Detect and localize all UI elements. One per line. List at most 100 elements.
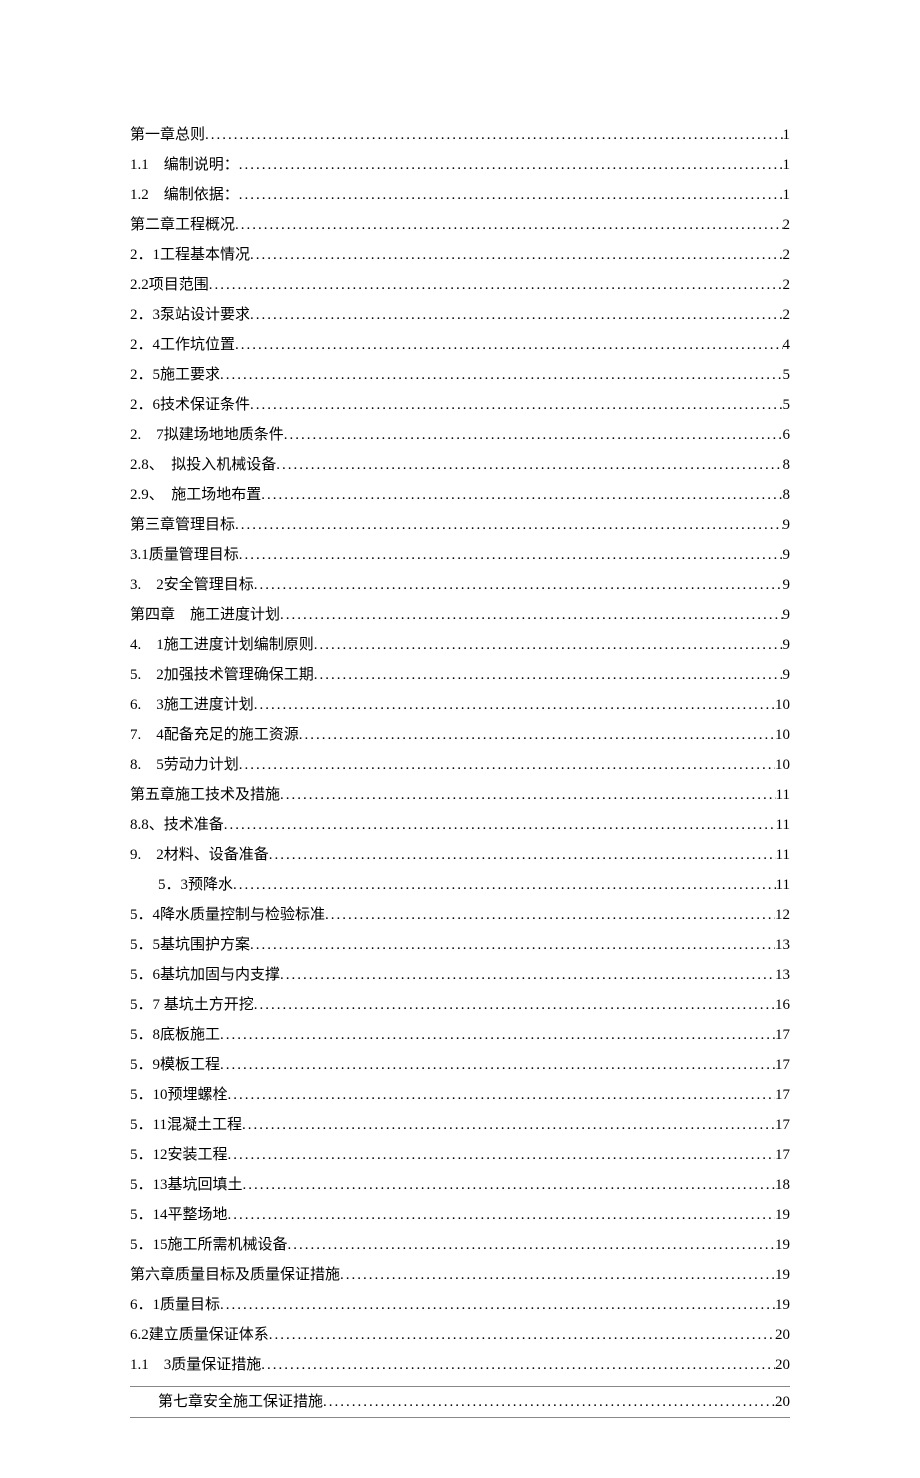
toc-leader-dots [228,1080,775,1110]
toc-leader-dots [280,780,776,810]
toc-entry: 第五章施工技术及措施11 [130,780,790,810]
toc-label: 5．5基坑围护方案 [130,930,250,960]
toc-entry: 第二章工程概况 2 [130,210,790,240]
toc-leader-dots [228,1140,775,1170]
toc-label: 5．13基坑回填土 [130,1170,243,1200]
toc-entry: 5．15施工所需机械设备19 [130,1230,790,1260]
toc-label: 5．14平整场地 [130,1200,228,1230]
toc-label: 8. 5劳动力计划 [130,750,239,780]
toc-page-number: 1 [783,120,791,150]
toc-label: 1.2 编制依据： [130,180,239,210]
toc-page-number: 4 [783,330,791,360]
toc-label: 第二章工程概况 [130,210,235,240]
toc-leader-dots [209,270,783,300]
toc-page-number: 9 [783,630,791,660]
toc-label: 2. 7拟建场地地质条件 [130,420,284,450]
toc-label: 5．11混凝土工程 [130,1110,242,1140]
toc-entry: 第一章总则 1 [130,120,790,150]
toc-label: 5．7 基坑土方开挖 [130,990,254,1020]
toc-label: 第四章 施工进度计划 [130,600,280,630]
toc-label: 2．3泵站设计要求 [130,300,250,330]
toc-entry: 2．6技术保证条件5 [130,390,790,420]
toc-page-number: 9 [783,570,791,600]
toc-leader-dots [235,510,782,540]
toc-leader-dots [239,180,783,210]
toc-leader-dots [261,1350,775,1380]
table-of-contents: 第一章总则11.1 编制说明：11.2 编制依据：1第二章工程概况22．1工程基… [130,120,790,1380]
toc-label: 6. 3施工进度计划 [130,690,254,720]
toc-leader-dots [314,630,783,660]
toc-page-number: 17 [775,1110,790,1140]
toc-entry: 第三章管理目标9 [130,510,790,540]
toc-leader-dots [220,1050,775,1080]
toc-entry: 2. 7拟建场地地质条件 6 [130,420,790,450]
toc-entry: 8. 5劳动力计划10 [130,750,790,780]
toc-page-number: 13 [775,960,790,990]
toc-leader-dots [276,450,782,480]
toc-entry: 第七章安全施工保证措施20 [130,1387,790,1417]
toc-entry: 2.2项目范围2 [130,270,790,300]
toc-page-number: 1 [783,180,791,210]
toc-entry: 5．6基坑加固与内支撑 13 [130,960,790,990]
toc-leader-dots [220,1020,775,1050]
toc-label: 8.8、技术准备 [130,810,224,840]
toc-entry: 第四章 施工进度计划9 [130,600,790,630]
toc-entry: 5．13基坑回填土 18 [130,1170,790,1200]
toc-entry: 5．3预降水11 [130,870,790,900]
toc-entry: 2．1工程基本情况 2 [130,240,790,270]
toc-leader-dots [314,660,783,690]
toc-page-number: 20 [775,1320,790,1350]
toc-leader-dots [243,1170,775,1200]
toc-entry: 5．12安装工程17 [130,1140,790,1170]
toc-label: 6．1质量目标 [130,1290,220,1320]
toc-leader-dots [224,810,776,840]
toc-leader-dots [235,330,782,360]
toc-label: 6.2建立质量保证体系 [130,1320,269,1350]
toc-entry: 1.1 3质量保证措施20 [130,1350,790,1380]
toc-entry: 2．5施工要求5 [130,360,790,390]
toc-leader-dots [254,690,775,720]
toc-leader-dots [261,480,782,510]
toc-leader-dots [235,210,782,240]
toc-page-number: 6 [783,420,791,450]
toc-label: 5．9模板工程 [130,1050,220,1080]
toc-page-number: 10 [775,690,790,720]
toc-label: 3.1质量管理目标 [130,540,239,570]
toc-leader-dots [250,930,775,960]
toc-page-number: 17 [775,1080,790,1110]
toc-entry: 5．7 基坑土方开挖 16 [130,990,790,1020]
toc-page-number: 2 [783,210,791,240]
toc-page-number: 19 [775,1230,790,1260]
toc-label: 3. 2安全管理目标 [130,570,254,600]
toc-entry: 2．4工作坑位置 4 [130,330,790,360]
toc-label: 第五章施工技术及措施 [130,780,280,810]
toc-entry: 6.2建立质量保证体系 20 [130,1320,790,1350]
toc-page-number: 20 [775,1387,790,1417]
toc-page-number: 2 [783,300,791,330]
toc-entry: 1.1 编制说明：1 [130,150,790,180]
toc-label: 第一章总则 [130,120,205,150]
toc-page-number: 2 [783,270,791,300]
toc-label: 5．8底板施工 [130,1020,220,1050]
toc-leader-dots [250,390,782,420]
toc-label: 7. 4配备充足的施工资源 [130,720,299,750]
toc-page-number: 17 [775,1050,790,1080]
toc-label: 1.1 3质量保证措施 [130,1350,261,1380]
toc-label: 2．1工程基本情况 [130,240,250,270]
toc-page-number: 2 [783,240,791,270]
toc-leader-dots [340,1260,775,1290]
toc-leader-dots [250,300,782,330]
toc-entry: 8.8、技术准备11 [130,810,790,840]
toc-label: 5．12安装工程 [130,1140,228,1170]
toc-label: 2．4工作坑位置 [130,330,235,360]
toc-page-number: 11 [776,870,790,900]
toc-leader-dots [269,840,776,870]
toc-entry: 4. 1施工进度计划编制原则9 [130,630,790,660]
toc-entry: 5．14平整场地19 [130,1200,790,1230]
toc-entry: 5．9模板工程 17 [130,1050,790,1080]
toc-label: 5. 2加强技术管理确保工期 [130,660,314,690]
toc-leader-dots [323,1387,775,1417]
toc-entry: 9. 2材料、设备准备11 [130,840,790,870]
toc-entry: 3.1质量管理目标9 [130,540,790,570]
toc-page-number: 13 [775,930,790,960]
